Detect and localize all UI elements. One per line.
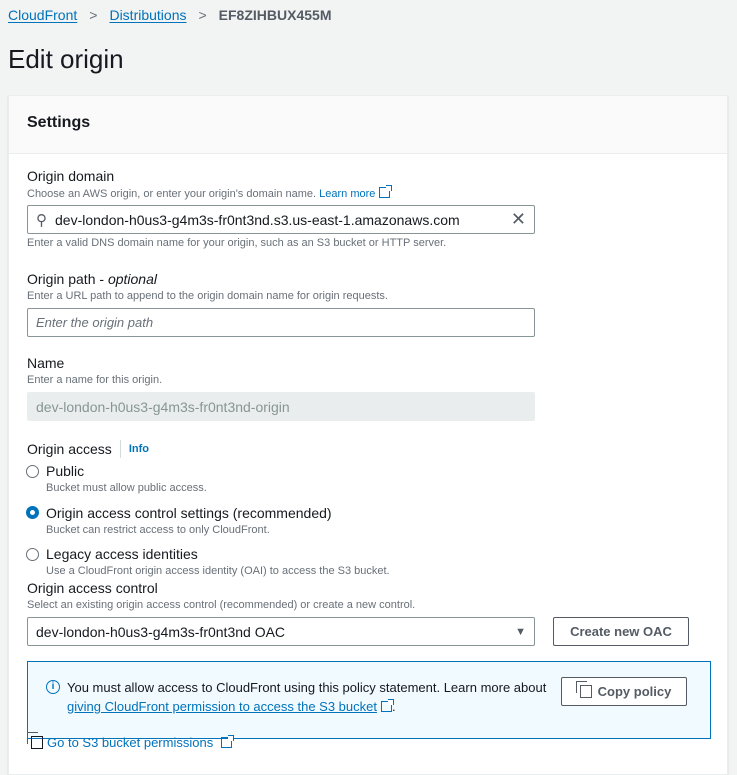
external-link-icon xyxy=(379,185,393,198)
breadcrumb-distributions[interactable]: Distributions xyxy=(109,7,186,23)
learn-more-link[interactable]: Learn more xyxy=(319,185,393,200)
info-link[interactable]: Info xyxy=(129,443,149,455)
origin-domain-description: Choose an AWS origin, or enter your orig… xyxy=(27,185,393,200)
policy-alert: i You must allow access to CloudFront us… xyxy=(27,661,711,739)
radio-legacy-description: Use a CloudFront origin access identity … xyxy=(46,565,390,577)
oac-select[interactable]: dev-london-h0us3-g4m3s-fr0nt3nd OAC ▼ xyxy=(27,617,535,646)
chevron-right-icon: > xyxy=(89,7,98,23)
name-input: dev-london-h0us3-g4m3s-fr0nt3nd-origin xyxy=(27,392,535,421)
radio-public[interactable] xyxy=(26,465,39,478)
permission-link[interactable]: giving CloudFront permission to access t… xyxy=(67,699,394,714)
oac-description: Select an existing origin access control… xyxy=(27,599,416,611)
info-icon: i xyxy=(46,680,60,694)
radio-legacy[interactable] xyxy=(26,548,39,561)
copy-icon xyxy=(575,681,592,698)
caret-down-icon: ▼ xyxy=(515,625,526,638)
origin-access-label: Origin access Info xyxy=(27,440,149,458)
external-link-icon xyxy=(381,699,394,712)
origin-domain-label: Origin domain xyxy=(27,168,115,184)
breadcrumb-cloudfront[interactable]: CloudFront xyxy=(8,7,77,23)
name-description: Enter a name for this origin. xyxy=(27,374,163,386)
radio-public-description: Bucket must allow public access. xyxy=(46,482,207,494)
name-label: Name xyxy=(27,355,65,371)
radio-public-label[interactable]: Public xyxy=(46,463,84,479)
copy-icon xyxy=(27,732,43,749)
radio-oac-label[interactable]: Origin access control settings (recommen… xyxy=(46,505,332,521)
page-title: Edit origin xyxy=(8,44,124,74)
settings-title: Settings xyxy=(27,114,91,131)
radio-legacy-label[interactable]: Legacy access identities xyxy=(46,546,198,562)
oac-label: Origin access control xyxy=(27,580,158,596)
breadcrumb: CloudFront > Distributions > EF8ZIHBUX45… xyxy=(8,7,331,23)
radio-oac[interactable] xyxy=(26,506,39,519)
origin-path-description: Enter a URL path to append to the origin… xyxy=(27,290,388,302)
origin-path-label: Origin path - optional xyxy=(27,271,157,287)
search-icon: ⚲ xyxy=(36,211,47,229)
create-new-oac-button[interactable]: Create new OAC xyxy=(553,617,689,646)
s3-permissions-link[interactable]: Go to S3 bucket permissions xyxy=(27,732,235,750)
clear-icon[interactable]: ✕ xyxy=(511,209,526,230)
origin-path-input[interactable]: Enter the origin path xyxy=(27,308,535,337)
breadcrumb-current: EF8ZIHBUX455M xyxy=(218,7,332,23)
radio-oac-description: Bucket can restrict access to only Cloud… xyxy=(46,524,270,536)
copy-policy-button[interactable]: Copy policy xyxy=(561,677,687,706)
chevron-right-icon: > xyxy=(198,7,207,23)
origin-domain-input[interactable]: ⚲ dev-london-h0us3-g4m3s-fr0nt3nd.s3.us-… xyxy=(27,205,535,234)
alert-text: You must allow access to CloudFront usin… xyxy=(67,680,547,695)
origin-domain-hint: Enter a valid DNS domain name for your o… xyxy=(27,237,447,249)
external-link-icon xyxy=(221,735,235,748)
